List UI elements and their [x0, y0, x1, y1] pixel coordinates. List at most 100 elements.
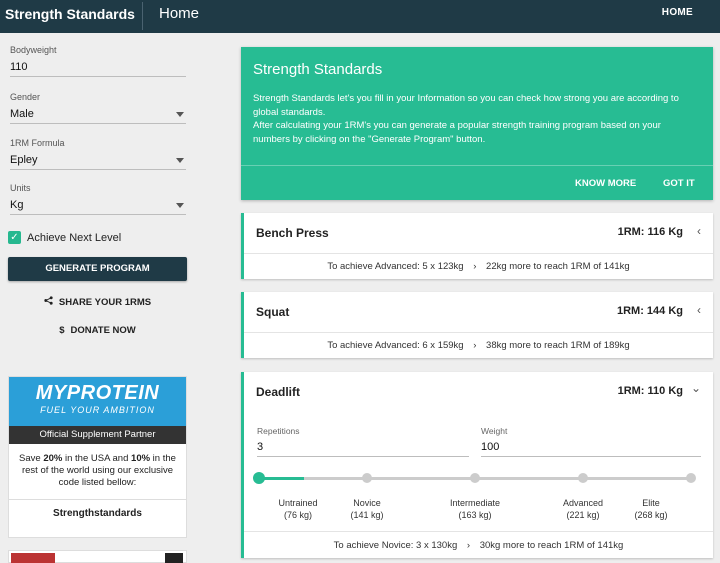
- info-body: Strength Standards let's you fill in you…: [253, 92, 693, 146]
- level-label-novice: Novice (141 kg): [322, 497, 412, 521]
- arrow-right-icon: ›: [466, 540, 471, 551]
- info-card: Strength Standards Strength Standards le…: [241, 47, 713, 200]
- lift-card-squat[interactable]: Squat 1RM: 144 Kg ‹ To achieve Advanced:…: [241, 292, 713, 358]
- bodyweight-label: Bodyweight: [10, 45, 57, 55]
- page-title: Home: [159, 5, 200, 22]
- gender-value-text: Male: [10, 108, 34, 120]
- card-divider: [244, 332, 713, 333]
- share-link-label: SHARE YOUR 1RMS: [58, 297, 152, 308]
- ad-thumbnail: [165, 553, 183, 563]
- myprotein-promo[interactable]: MYPROTEIN FUEL YOUR AMBITION Official Su…: [8, 376, 187, 538]
- weight-label: Weight: [481, 426, 508, 436]
- chevron-down-icon[interactable]: ⌄: [691, 381, 701, 395]
- lift-1rm: 1RM: 116 Kg: [617, 226, 683, 238]
- lift-card-deadlift[interactable]: Deadlift 1RM: 110 Kg ⌄ To achieve Novice…: [241, 372, 713, 558]
- level-label-intermediate: Intermediate (163 kg): [430, 497, 520, 521]
- header-separator: [142, 2, 143, 30]
- formula-value[interactable]: Epley: [10, 154, 186, 170]
- level-weight: (268 kg): [634, 510, 668, 520]
- info-title: Strength Standards: [253, 61, 383, 78]
- hint-remaining: 38kg more to reach 1RM of 189kg: [486, 340, 630, 351]
- promo-tagline: FUEL YOUR AMBITION: [40, 405, 155, 415]
- top-bar: Strength Standards Home HOME: [0, 0, 720, 33]
- got-it-button[interactable]: GOT IT: [663, 178, 695, 189]
- weight-input[interactable]: 100: [481, 441, 701, 457]
- dollar-icon: $: [59, 325, 65, 336]
- repetitions-label: Repetitions: [257, 426, 300, 436]
- arrow-right-icon: ›: [473, 261, 477, 272]
- gender-select[interactable]: Gender Male: [10, 92, 186, 124]
- info-paragraph: After calculating your 1RM's you can gen…: [253, 120, 661, 145]
- level-stop-novice[interactable]: [362, 473, 372, 483]
- chevron-down-icon: [176, 112, 184, 117]
- units-value-text: Kg: [10, 199, 24, 211]
- promo-code: Strengthstandards: [9, 499, 186, 519]
- share-1rms-link[interactable]: SHARE YOUR 1RMS: [0, 296, 195, 308]
- units-label: Units: [10, 183, 31, 193]
- secondary-ad[interactable]: [8, 550, 187, 563]
- achieve-next-level-label: Achieve Next Level: [27, 231, 122, 244]
- repetitions-input[interactable]: 3: [257, 441, 469, 457]
- hint-remaining: 22kg more to reach 1RM of 141kg: [486, 261, 630, 272]
- chevron-down-icon: [176, 203, 184, 208]
- hint-target: To achieve Advanced: 6 x 159kg: [327, 340, 464, 351]
- level-stop-untrained[interactable]: [253, 472, 265, 484]
- gender-value[interactable]: Male: [10, 108, 186, 124]
- level-name: Intermediate: [449, 498, 501, 508]
- checkbox-check-icon[interactable]: ✓: [8, 231, 21, 244]
- level-name: Elite: [642, 498, 660, 508]
- promo-desc-part: in the USA and: [62, 453, 132, 464]
- generate-program-button[interactable]: GENERATE PROGRAM: [8, 257, 187, 281]
- level-weight: (141 kg): [350, 510, 384, 520]
- formula-label: 1RM Formula: [10, 138, 65, 148]
- level-name: Novice: [353, 498, 381, 508]
- ad-thumbnail: [11, 553, 55, 563]
- card-divider: [244, 253, 713, 254]
- donate-link[interactable]: $ DONATE NOW: [0, 325, 195, 336]
- formula-value-text: Epley: [10, 154, 38, 166]
- promo-partner: Official Supplement Partner: [9, 426, 186, 444]
- hint-remaining: 30kg more to reach 1RM of 141kg: [479, 540, 624, 551]
- chevron-left-icon[interactable]: ‹: [697, 303, 701, 317]
- info-paragraph: Strength Standards let's you fill in you…: [253, 93, 679, 118]
- level-weight: (163 kg): [458, 510, 492, 520]
- share-icon: [44, 296, 53, 308]
- level-stop-elite[interactable]: [686, 473, 696, 483]
- lift-name: Deadlift: [256, 385, 301, 399]
- lift-name: Squat: [256, 305, 290, 319]
- level-label-elite: Elite (268 kg): [606, 497, 696, 521]
- lift-name: Bench Press: [256, 226, 329, 240]
- units-value[interactable]: Kg: [10, 199, 186, 215]
- lift-hint: To achieve Advanced: 5 x 123kg › 22kg mo…: [244, 261, 713, 272]
- strength-level-progress: [259, 477, 305, 480]
- promo-description: Save 20% in the USA and 10% in the rest …: [9, 444, 186, 489]
- info-divider: [241, 165, 713, 166]
- level-stop-intermediate[interactable]: [470, 473, 480, 483]
- promo-brand: MYPROTEIN: [35, 382, 160, 404]
- chevron-left-icon[interactable]: ‹: [697, 224, 701, 238]
- lift-1rm: 1RM: 144 Kg: [616, 305, 683, 317]
- gender-label: Gender: [10, 92, 41, 102]
- donate-link-label: DONATE NOW: [70, 325, 136, 336]
- app-brand[interactable]: Strength Standards: [5, 6, 135, 22]
- bodyweight-input[interactable]: 110: [10, 61, 186, 77]
- hint-target: To achieve Advanced: 5 x 123kg: [327, 261, 464, 272]
- achieve-next-level-checkbox[interactable]: ✓ Achieve Next Level: [8, 231, 121, 244]
- promo-world-discount: 10%: [131, 453, 151, 464]
- promo-desc-part: Save: [19, 453, 44, 464]
- lift-hint: To achieve Advanced: 6 x 159kg › 38kg mo…: [244, 340, 713, 351]
- level-stop-advanced[interactable]: [578, 473, 588, 483]
- hint-target: To achieve Novice: 3 x 130kg: [333, 540, 458, 551]
- arrow-right-icon: ›: [473, 340, 477, 351]
- myprotein-logo[interactable]: MYPROTEIN FUEL YOUR AMBITION: [9, 377, 186, 426]
- units-select[interactable]: Units Kg: [10, 183, 186, 215]
- card-divider: [244, 531, 713, 532]
- formula-select[interactable]: 1RM Formula Epley: [10, 138, 186, 170]
- lift-hint: To achieve Novice: 3 x 130kg › 30kg more…: [244, 540, 713, 551]
- lift-card-bench-press[interactable]: Bench Press 1RM: 116 Kg ‹ To achieve Adv…: [241, 213, 713, 279]
- bodyweight-field[interactable]: Bodyweight 110: [10, 45, 186, 77]
- promo-usa-discount: 20%: [43, 453, 63, 464]
- chevron-down-icon: [176, 158, 184, 163]
- home-link[interactable]: HOME: [662, 7, 693, 18]
- know-more-button[interactable]: KNOW MORE: [575, 178, 636, 189]
